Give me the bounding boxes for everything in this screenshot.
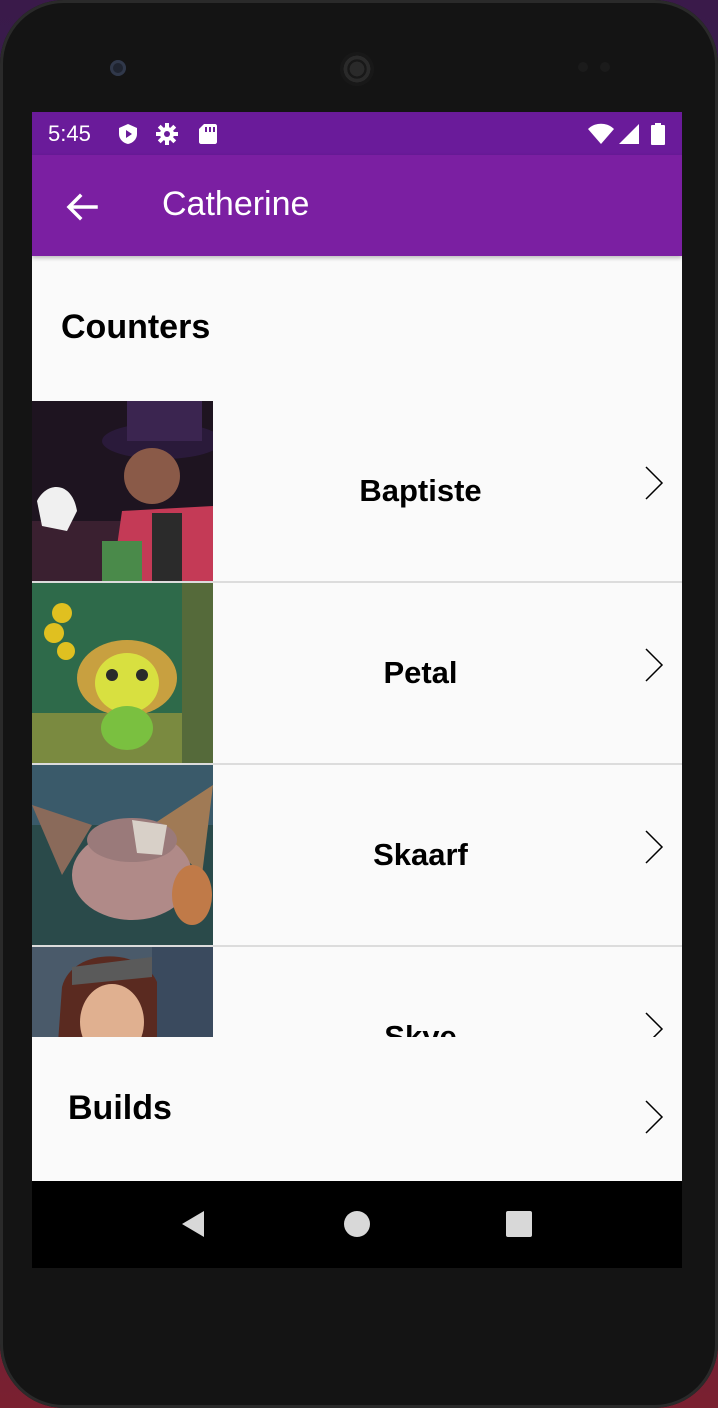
app-bar: Catherine	[32, 155, 682, 256]
counter-item-petal[interactable]: Petal	[32, 583, 682, 765]
chevron-right-icon	[645, 648, 664, 682]
counters-heading: Counters	[61, 308, 211, 346]
light-sensor	[600, 62, 610, 72]
petal-portrait	[32, 583, 213, 763]
chevron-right-icon	[645, 830, 664, 864]
counters-list[interactable]: Baptiste Petal Skaarf Skye	[32, 401, 682, 1037]
status-time: 5:45	[48, 121, 91, 146]
counter-name: Baptiste	[359, 473, 482, 508]
sd-card-icon	[199, 124, 217, 144]
status-bar: 5:45	[32, 112, 682, 155]
builds-row[interactable]: Builds	[32, 1037, 682, 1181]
chevron-right-icon	[645, 1012, 664, 1037]
counter-name: Petal	[383, 655, 458, 690]
shield-play-icon	[119, 124, 137, 144]
home-circle-icon[interactable]	[342, 1209, 372, 1239]
screen: 5:45 Catherine Counters Baptiste Petal S…	[32, 112, 682, 1268]
builds-heading: Builds	[68, 1089, 172, 1127]
chevron-right-icon	[645, 1100, 664, 1134]
earpiece-speaker	[340, 52, 374, 86]
back-triangle-icon[interactable]	[178, 1209, 208, 1239]
counter-item-skye[interactable]: Skye	[32, 947, 682, 1037]
signal-icon	[619, 124, 639, 144]
recents-square-icon[interactable]	[504, 1209, 534, 1239]
battery-icon	[651, 123, 665, 145]
counter-item-baptiste[interactable]: Baptiste	[32, 401, 682, 583]
device-frame: 5:45 Catherine Counters Baptiste Petal S…	[0, 0, 718, 1408]
counter-item-skaarf[interactable]: Skaarf	[32, 765, 682, 947]
gear-icon	[156, 123, 178, 145]
counter-name: Skaarf	[373, 837, 468, 872]
skye-portrait	[32, 947, 213, 1037]
skaarf-portrait	[32, 765, 213, 945]
page-title: Catherine	[162, 185, 310, 223]
baptiste-portrait	[32, 401, 213, 581]
chevron-right-icon	[645, 466, 664, 500]
front-camera	[110, 60, 126, 76]
wifi-icon	[588, 123, 614, 144]
proximity-sensor	[578, 62, 588, 72]
back-arrow-icon[interactable]	[62, 187, 102, 227]
counter-name: Skye	[384, 1019, 457, 1037]
system-nav-bar	[32, 1181, 682, 1268]
